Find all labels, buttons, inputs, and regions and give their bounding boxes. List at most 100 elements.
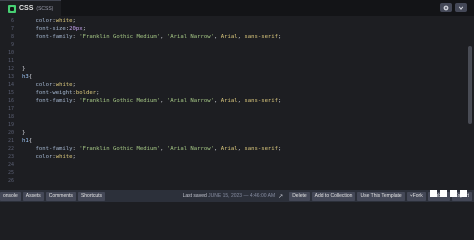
line-code: } <box>22 129 25 137</box>
code-token: bolder <box>75 90 97 96</box>
comments-button[interactable]: Comments <box>45 191 76 201</box>
code-line[interactable]: 7 font-size:20px; <box>0 25 466 33</box>
line-code: } <box>22 65 25 73</box>
floating-square <box>430 190 437 197</box>
line-code: color:white; <box>22 81 75 89</box>
collapse-button[interactable] <box>455 3 467 12</box>
css-icon <box>8 4 16 13</box>
line-number: 6 <box>10 18 14 24</box>
tab-label: CSS <box>19 5 34 12</box>
code-token: h3 <box>22 74 29 80</box>
line-number: 12 <box>7 66 14 72</box>
code-line[interactable]: 18 <box>0 113 466 121</box>
code-token: 'Arial Narrow' <box>166 98 215 104</box>
code-token: color <box>35 82 53 88</box>
use-template-button[interactable]: Use This Template <box>357 191 405 201</box>
code-line[interactable]: 17 <box>0 105 466 113</box>
code-token: font-family <box>35 146 73 152</box>
code-line[interactable]: 14 color:white; <box>0 81 466 89</box>
line-code: font-family: 'Franklin Gothic Medium', '… <box>22 145 281 153</box>
code-token: sans-serif <box>244 146 279 152</box>
code-line[interactable]: 8 font-family: 'Franklin Gothic Medium',… <box>0 33 466 41</box>
code-line[interactable]: 21 h1{ <box>0 137 466 145</box>
code-token: sans-serif <box>244 98 279 104</box>
line-number: 7 <box>10 26 14 32</box>
code-line[interactable]: 10 <box>0 49 466 57</box>
code-token: , <box>160 34 167 40</box>
code-token: 20px <box>69 26 83 32</box>
line-number: 18 <box>7 114 14 120</box>
code-line[interactable]: 24 <box>0 161 466 169</box>
external-link-icon[interactable]: ↗ <box>278 193 283 200</box>
code-line[interactable]: 25 <box>0 169 466 177</box>
line-code: font-size:20px; <box>22 25 86 33</box>
code-line[interactable]: 20} <box>0 129 466 137</box>
line-number: 20 <box>7 130 14 136</box>
editor-scrollbar[interactable] <box>466 16 474 190</box>
line-number: 8 <box>10 34 14 40</box>
code-token: white <box>55 154 73 160</box>
code-line[interactable]: 6 color:white; <box>0 17 466 25</box>
code-token: h1 <box>22 138 29 144</box>
line-number: 15 <box>7 90 14 96</box>
gear-icon <box>443 5 449 10</box>
editor-header: CSS (SCSS) <box>0 0 474 16</box>
tab-preprocessor: (SCSS) <box>36 5 54 12</box>
fork-button[interactable]: ⑂ Fork <box>406 191 426 201</box>
line-number: 22 <box>7 146 14 152</box>
code-token: 'Arial Narrow' <box>166 34 215 40</box>
code-line[interactable]: 15 font-weight:bolder; <box>0 89 466 97</box>
add-to-collection-button[interactable]: Add to Collection <box>311 191 356 201</box>
line-number: 17 <box>7 106 14 112</box>
code-line[interactable]: 9 <box>0 41 466 49</box>
line-number: 9 <box>10 42 14 48</box>
code-token: ; <box>278 98 282 104</box>
last-saved-label: Last saved <box>182 193 207 199</box>
shortcuts-button[interactable]: Shortcuts <box>77 191 106 201</box>
line-number: 14 <box>7 82 14 88</box>
code-line[interactable]: 23 color:white; <box>0 153 466 161</box>
floating-square <box>450 190 457 197</box>
code-token: ; <box>72 154 76 160</box>
code-token: font-weight <box>35 90 73 96</box>
code-line[interactable]: 11 <box>0 57 466 65</box>
line-number: 25 <box>7 170 14 176</box>
code-line[interactable]: 16 font-family: 'Franklin Gothic Medium'… <box>0 97 466 105</box>
assets-button[interactable]: Assets <box>22 191 44 201</box>
code-line[interactable]: 13 h3{ <box>0 73 466 81</box>
line-code: h1{ <box>22 137 32 145</box>
code-token: } <box>22 130 26 136</box>
code-line[interactable]: 12} <box>0 65 466 73</box>
code-token: white <box>55 18 73 24</box>
line-number: 16 <box>7 98 14 104</box>
console-button[interactable]: onsole <box>0 191 21 201</box>
code-line[interactable]: 19 <box>0 121 466 129</box>
code-token: 'Franklin Gothic Medium' <box>79 98 161 104</box>
code-line[interactable]: 26 <box>0 177 466 185</box>
code-token: Arial <box>220 146 238 152</box>
code-token: , <box>160 146 167 152</box>
footer-bar: onsole Assets Comments Shortcuts Last sa… <box>0 190 474 202</box>
code-token: Arial <box>220 98 238 104</box>
settings-button[interactable] <box>440 3 452 12</box>
line-number: 26 <box>7 178 14 184</box>
scrollbar-thumb[interactable] <box>468 46 472 124</box>
line-number: 10 <box>7 50 14 56</box>
line-number: 21 <box>7 138 14 144</box>
code-token: ; <box>72 18 76 24</box>
code-editor[interactable]: 6 color:white; 7 font-size:20px; 8 font-fa… <box>0 16 474 190</box>
code-token: font-family <box>35 34 73 40</box>
line-code: font-weight:bolder; <box>22 89 99 97</box>
css-editor-tab[interactable]: CSS (SCSS) <box>0 0 62 16</box>
code-line[interactable]: 22 font-family: 'Franklin Gothic Medium'… <box>0 145 466 153</box>
delete-button[interactable]: Delete <box>289 191 310 201</box>
code-token: , <box>214 98 221 104</box>
code-token: 'Franklin Gothic Medium' <box>79 146 161 152</box>
